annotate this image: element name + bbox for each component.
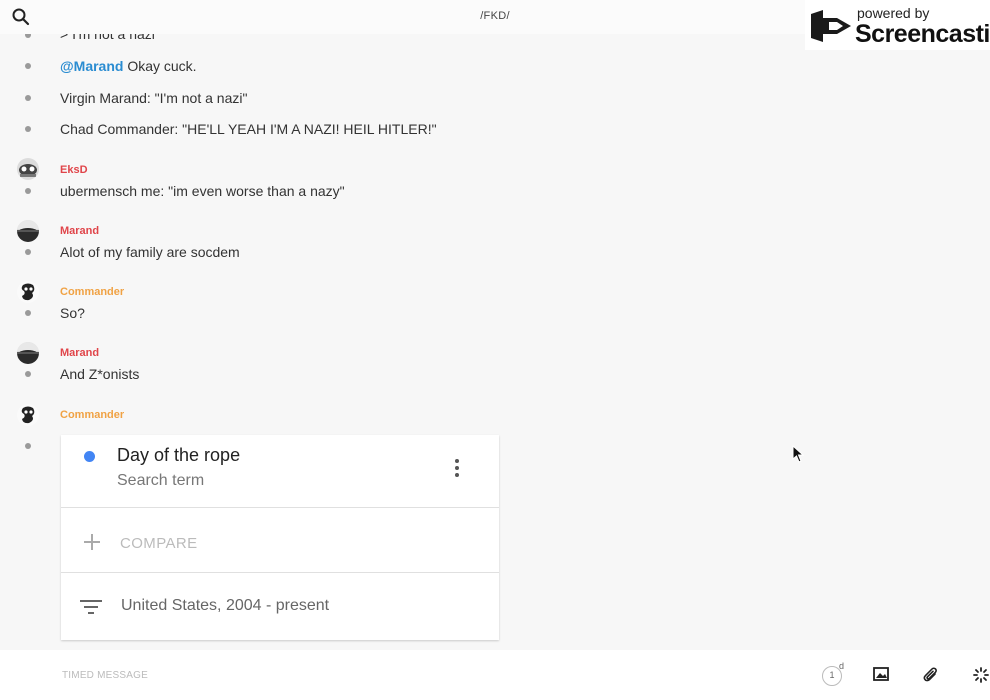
message-list: > I'm not a nazi @Marand Okay cuck. Virg… (0, 34, 990, 650)
message-text: Virgin Marand: "I'm not a nazi" (60, 90, 248, 106)
message-dot (25, 371, 31, 377)
message-dot (25, 126, 31, 132)
sender-name[interactable]: Marand (60, 347, 99, 359)
message-text: Alot of my family are socdem (60, 244, 240, 260)
message-text: So? (60, 305, 85, 321)
avatar[interactable] (17, 281, 39, 303)
search-trend-card: Day of the rope Search term COMPARE Unit… (61, 435, 499, 640)
plus-icon (84, 534, 100, 550)
message-dot (25, 249, 31, 255)
message-text: @Marand Okay cuck. (60, 58, 197, 74)
avatar[interactable] (17, 404, 39, 426)
avatar[interactable] (17, 220, 39, 242)
avatar[interactable] (17, 158, 39, 180)
message-text: > I'm not a nazi (60, 34, 155, 42)
message-text: ubermensch me: "im even worse than a naz… (60, 183, 345, 199)
avatar[interactable] (17, 342, 39, 364)
attachment-icon[interactable] (923, 666, 939, 684)
region-filter-label: United States, 2004 - present (121, 597, 330, 614)
message-dot (25, 310, 31, 316)
region-filter[interactable]: United States, 2004 - present (61, 573, 499, 637)
image-icon[interactable] (873, 667, 889, 681)
more-vert-icon[interactable] (451, 457, 463, 479)
sender-name[interactable]: Commander (60, 409, 124, 421)
message-dot (25, 443, 31, 449)
sender-name[interactable]: Marand (60, 225, 99, 237)
composer-bar: 1 d (0, 650, 990, 700)
timer-icon[interactable]: 1 d (822, 661, 850, 686)
message-dot (25, 95, 31, 101)
sender-name[interactable]: EksD (60, 164, 88, 176)
message-text: Chad Commander: "HE'LL YEAH I'M A NAZI! … (60, 121, 437, 137)
sender-name[interactable]: Commander (60, 286, 124, 298)
message-dot (25, 34, 31, 38)
message-dot (25, 63, 31, 69)
compare-label: COMPARE (120, 535, 198, 552)
message-text: And Z*onists (60, 366, 140, 382)
message-dot (25, 188, 31, 194)
search-term-type: Search term (117, 472, 205, 489)
mouse-pointer-icon (792, 445, 804, 463)
compare-button[interactable]: COMPARE (61, 508, 499, 572)
timed-message-input[interactable] (62, 666, 762, 684)
loading-icon[interactable] (973, 667, 989, 683)
series-color-dot (84, 451, 95, 462)
user-mention[interactable]: @Marand (60, 58, 123, 74)
filter-icon (80, 600, 102, 614)
timer-unit: d (839, 661, 845, 671)
watermark-powered-text: powered by (857, 5, 930, 21)
search-term-title: Day of the rope (117, 445, 241, 465)
